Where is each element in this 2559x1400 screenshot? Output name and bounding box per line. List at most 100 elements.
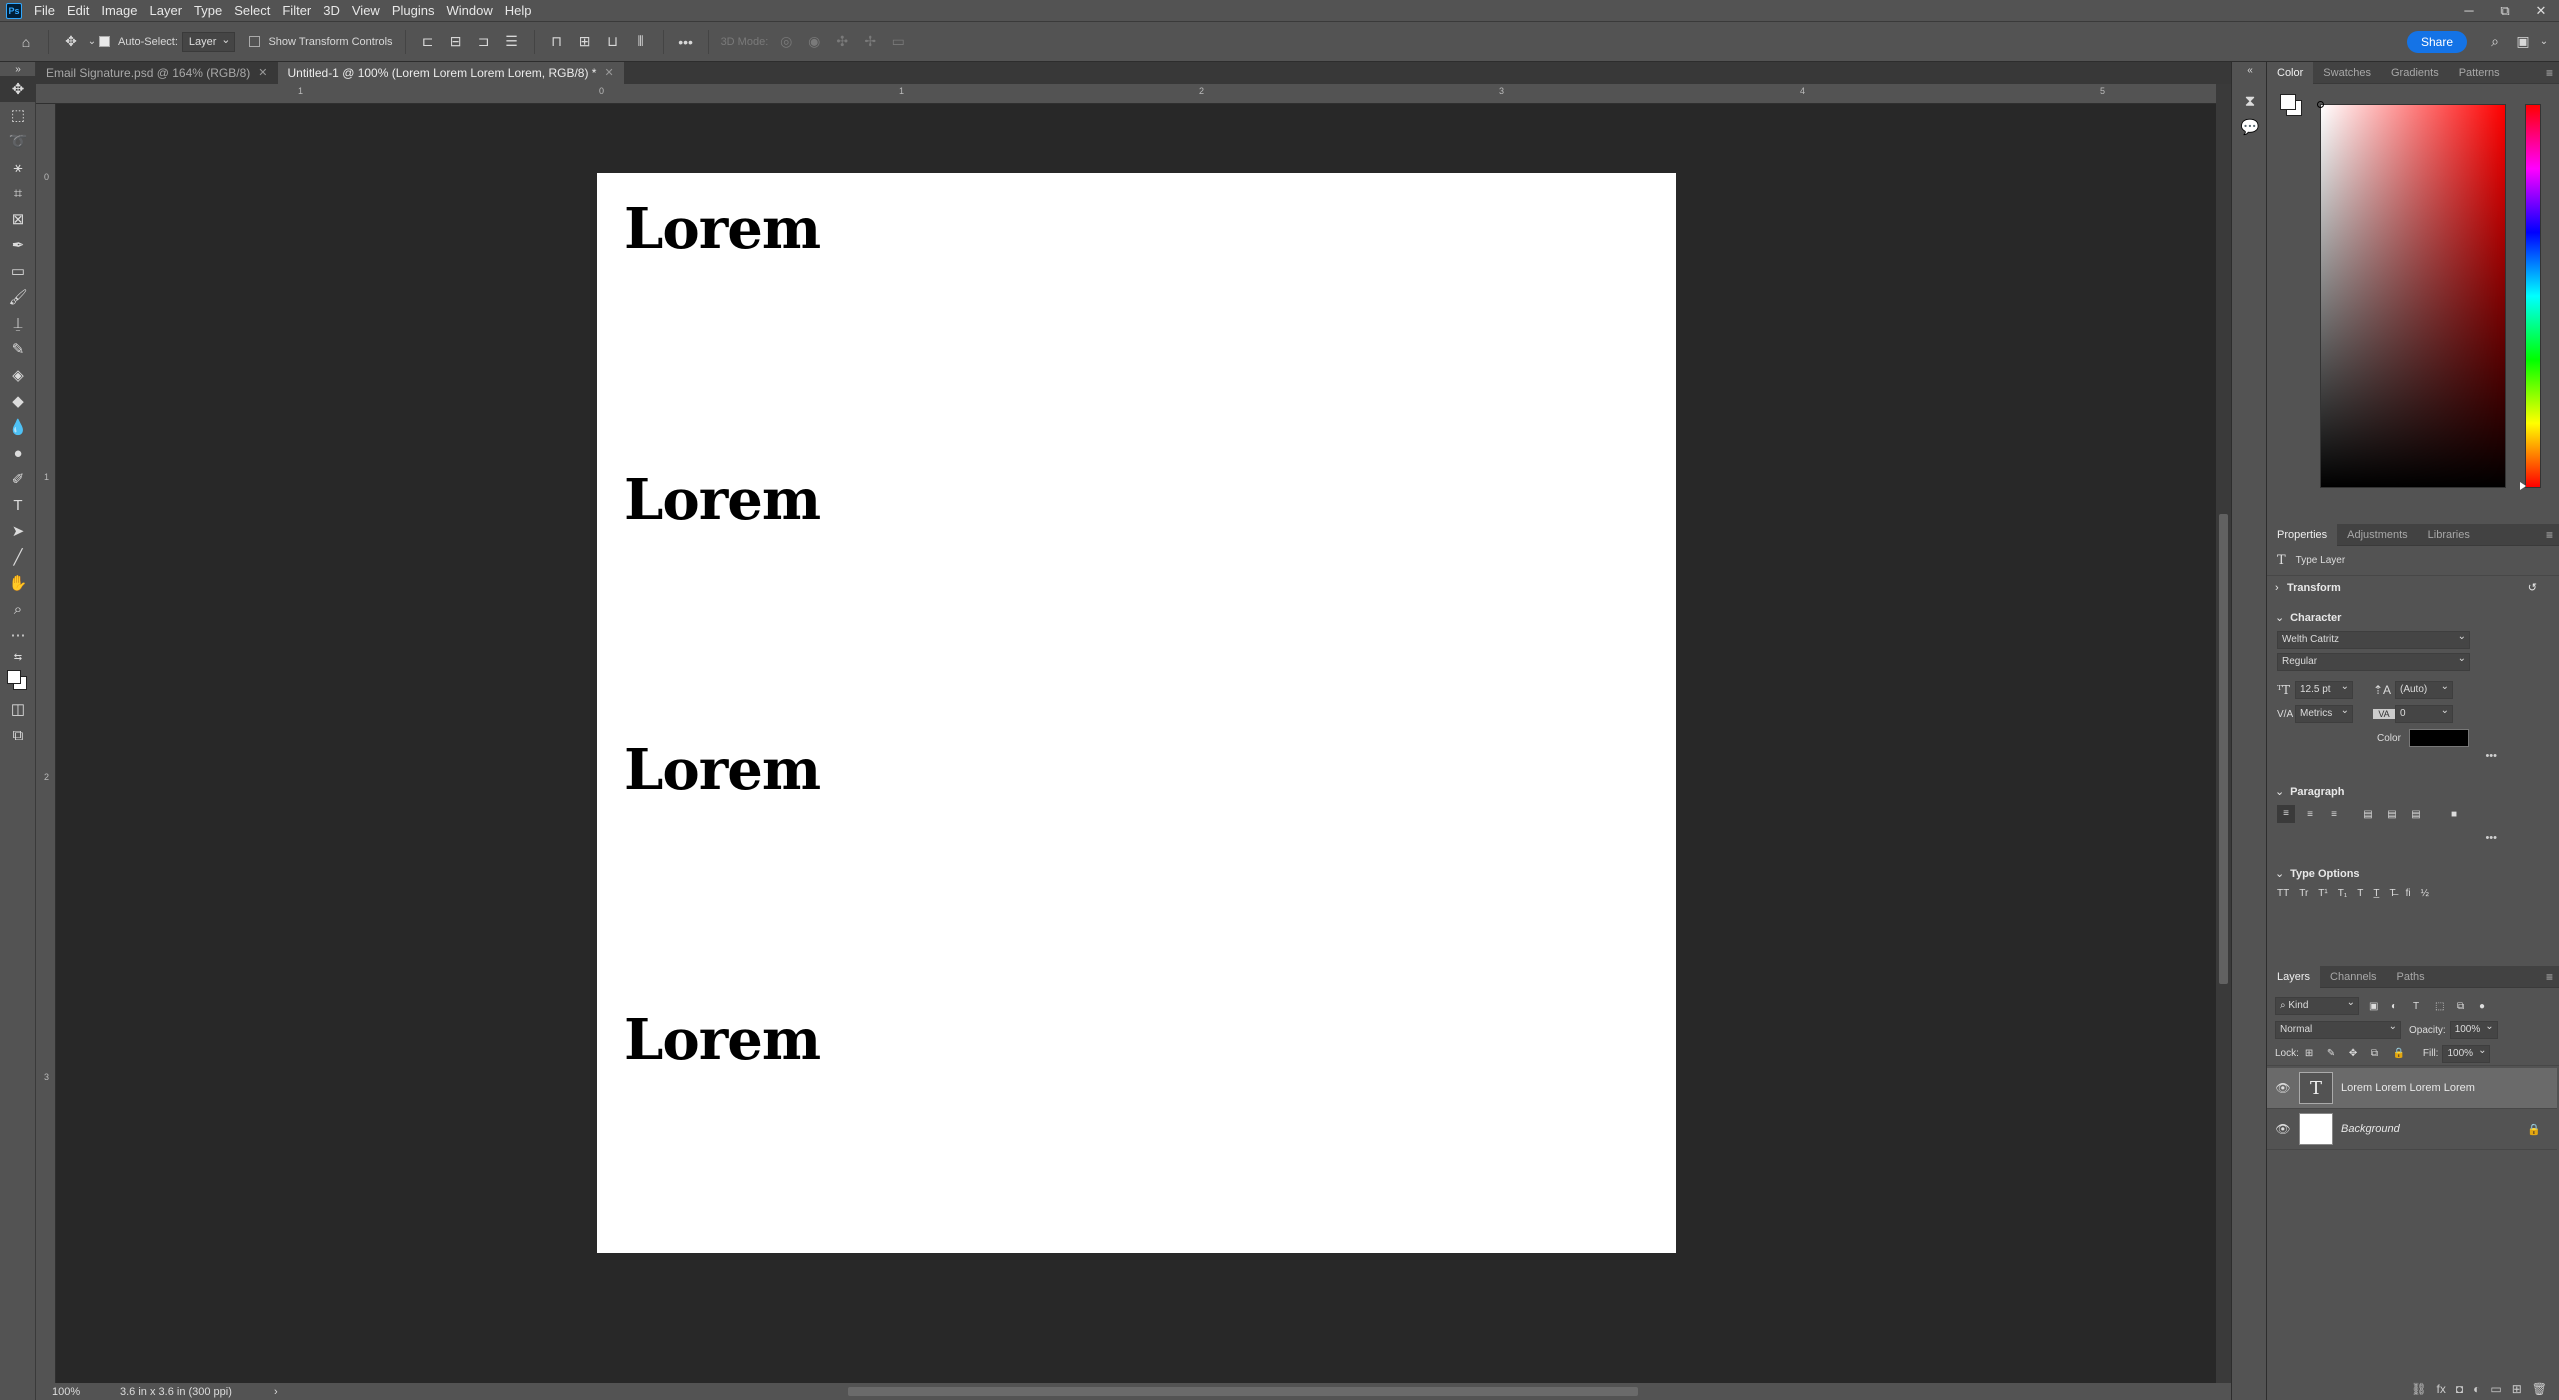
lock-artboard-icon[interactable]: ⧉ (2371, 1048, 2393, 1059)
filter-pixel-icon[interactable]: ▣ (2369, 1001, 2391, 1012)
align-top-edges-icon[interactable]: ⊓ (545, 30, 569, 54)
canvas-text-line[interactable]: Lorem (624, 742, 821, 798)
tab-libraries[interactable]: Libraries (2418, 524, 2480, 546)
justify-last-right-icon[interactable]: ▤ (2407, 809, 2425, 820)
workspace-icon[interactable]: ▣ (2511, 30, 2535, 54)
foreground-color-swatch[interactable] (7, 670, 21, 684)
filter-type-icon[interactable]: T (2413, 1001, 2435, 1012)
zoom-level[interactable]: 100% (52, 1386, 108, 1398)
swap-colors-icon[interactable]: ⇆ (0, 648, 36, 666)
align-bottom-edges-icon[interactable]: ⊔ (601, 30, 625, 54)
menu-plugins[interactable]: Plugins (386, 0, 441, 22)
character-more-button[interactable]: ••• (2267, 750, 2559, 766)
strikethrough-icon[interactable]: T̶ (2389, 888, 2395, 899)
menu-layer[interactable]: Layer (144, 0, 189, 22)
superscript-icon[interactable]: T (2357, 888, 2363, 899)
lock-position-icon[interactable]: ✥ (2349, 1048, 2371, 1059)
tab-color[interactable]: Color (2267, 61, 2314, 84)
collapse-panels-icon[interactable]: « (2232, 62, 2268, 78)
menu-3d[interactable]: 3D (317, 0, 346, 22)
hue-slider[interactable] (2525, 104, 2541, 488)
color-swatches[interactable] (0, 666, 36, 696)
eraser-tool-icon[interactable]: ◈ (0, 362, 36, 388)
link-layers-icon[interactable]: ⛓ (2411, 1382, 2426, 1396)
menu-type[interactable]: Type (188, 0, 228, 22)
eyedropper-icon[interactable]: ✒ (0, 232, 36, 258)
justify-all-icon[interactable]: ■ (2445, 809, 2463, 820)
brush-tool-icon[interactable]: 🖌 (0, 284, 36, 310)
filter-adjustment-icon[interactable]: ◐ (2391, 1001, 2413, 1012)
collapse-toolbar-icon[interactable]: » (0, 62, 36, 76)
layer-filter-kind-dropdown[interactable]: ⌕ Kind (2275, 995, 2359, 1015)
menu-edit[interactable]: Edit (61, 0, 95, 22)
pen-tool-icon[interactable]: ✐ (0, 466, 36, 492)
font-family-dropdown[interactable]: Welth Catritz (2277, 629, 2470, 649)
distribute-horizontal-icon[interactable]: ⫴ (629, 30, 653, 54)
move-tool-icon[interactable]: ✥ (59, 30, 83, 54)
align-left-edges-icon[interactable]: ⊏ (416, 30, 440, 54)
hand-tool-icon[interactable]: ✋ (0, 570, 36, 596)
lock-transparent-icon[interactable]: ⊞ (2305, 1048, 2327, 1059)
font-size-field[interactable]: 12.5 pt (2295, 679, 2353, 699)
ligatures-icon[interactable]: fi (2406, 888, 2411, 899)
history-panel-icon[interactable]: ⧗ (2232, 88, 2268, 114)
layer-name[interactable]: Lorem Lorem Lorem Lorem (2341, 1082, 2475, 1094)
frame-tool-icon[interactable]: ⊠ (0, 206, 36, 232)
canvas-text-line[interactable]: Lorem (624, 1012, 821, 1068)
filter-smart-object-icon[interactable]: ⧉ (2457, 1001, 2479, 1012)
tab-swatches[interactable]: Swatches (2313, 62, 2381, 84)
type-options-section-header[interactable]: ⌄ Type Options (2267, 864, 2559, 884)
panel-menu-icon[interactable]: ≡ (2546, 528, 2553, 542)
clone-stamp-icon[interactable]: ⍊ (0, 310, 36, 336)
menu-image[interactable]: Image (95, 0, 143, 22)
lasso-tool-icon[interactable]: ➰ (0, 128, 36, 154)
object-selection-icon[interactable]: ⚹ (0, 154, 36, 180)
layer-row-text[interactable]: 👁 T Lorem Lorem Lorem Lorem (2267, 1068, 2557, 1109)
auto-select-target-dropdown[interactable]: Layer (181, 31, 236, 52)
panel-menu-icon[interactable]: ≡ (2546, 66, 2553, 80)
vertical-scrollbar[interactable] (2216, 84, 2231, 1383)
leading-field[interactable]: (Auto) (2395, 679, 2453, 699)
transform-section-header[interactable]: › Transform ↺ (2267, 578, 2559, 598)
menu-file[interactable]: File (28, 0, 61, 22)
faux-bold-icon[interactable]: TT (2277, 888, 2289, 899)
menu-select[interactable]: Select (228, 0, 276, 22)
new-group-icon[interactable]: ▭ (2490, 1382, 2501, 1396)
filter-shape-icon[interactable]: ⬚ (2435, 1001, 2457, 1012)
align-left-text-icon[interactable]: ≡ (2277, 805, 2295, 823)
more-options-icon[interactable]: ••• (674, 30, 698, 54)
rectangular-marquee-icon[interactable]: ⬚ (0, 102, 36, 128)
restore-button[interactable]: ⧉ (2487, 3, 2523, 19)
panel-menu-icon[interactable]: ≡ (2546, 970, 2553, 984)
add-mask-icon[interactable]: ◘ (2456, 1382, 2463, 1396)
path-selection-icon[interactable]: ➤ (0, 518, 36, 544)
tab-channels[interactable]: Channels (2320, 966, 2386, 988)
tab-patterns[interactable]: Patterns (2449, 62, 2510, 84)
tab-paths[interactable]: Paths (2387, 966, 2435, 988)
color-field[interactable] (2320, 104, 2506, 488)
tab-adjustments[interactable]: Adjustments (2337, 524, 2418, 546)
menu-filter[interactable]: Filter (276, 0, 317, 22)
move-tool-icon[interactable]: ✥ (0, 76, 36, 102)
paint-bucket-icon[interactable]: ◆ (0, 388, 36, 414)
close-tab-icon[interactable]: ✕ (604, 62, 613, 84)
canvas-text-line[interactable]: Lorem (624, 472, 821, 528)
chevron-down-icon[interactable]: ⌄ (2539, 30, 2549, 54)
align-right-text-icon[interactable]: ≡ (2325, 809, 2343, 820)
vertical-scrollbar-thumb[interactable] (2219, 514, 2228, 984)
filter-toggle-icon[interactable]: ● (2479, 1001, 2501, 1012)
history-brush-icon[interactable]: ✎ (0, 336, 36, 362)
share-button[interactable]: Share (2406, 30, 2467, 53)
all-caps-icon[interactable]: T¹ (2318, 888, 2327, 899)
paragraph-more-button[interactable]: ••• (2267, 832, 2559, 848)
new-adjustment-layer-icon[interactable]: ◐ (2473, 1382, 2480, 1396)
menu-window[interactable]: Window (440, 0, 498, 22)
kerning-dropdown[interactable]: Metrics (2295, 703, 2353, 723)
justify-last-center-icon[interactable]: ▤ (2383, 809, 2401, 820)
character-section-header[interactable]: ⌄ Character (2267, 608, 2559, 628)
layer-style-icon[interactable]: fx (2437, 1382, 2446, 1396)
tracking-field[interactable]: 0 (2395, 703, 2453, 723)
reset-transform-icon[interactable]: ↺ (2528, 578, 2537, 598)
chevron-down-icon[interactable]: ⌄ (87, 30, 97, 54)
horizontal-scrollbar-thumb[interactable] (848, 1387, 1638, 1396)
